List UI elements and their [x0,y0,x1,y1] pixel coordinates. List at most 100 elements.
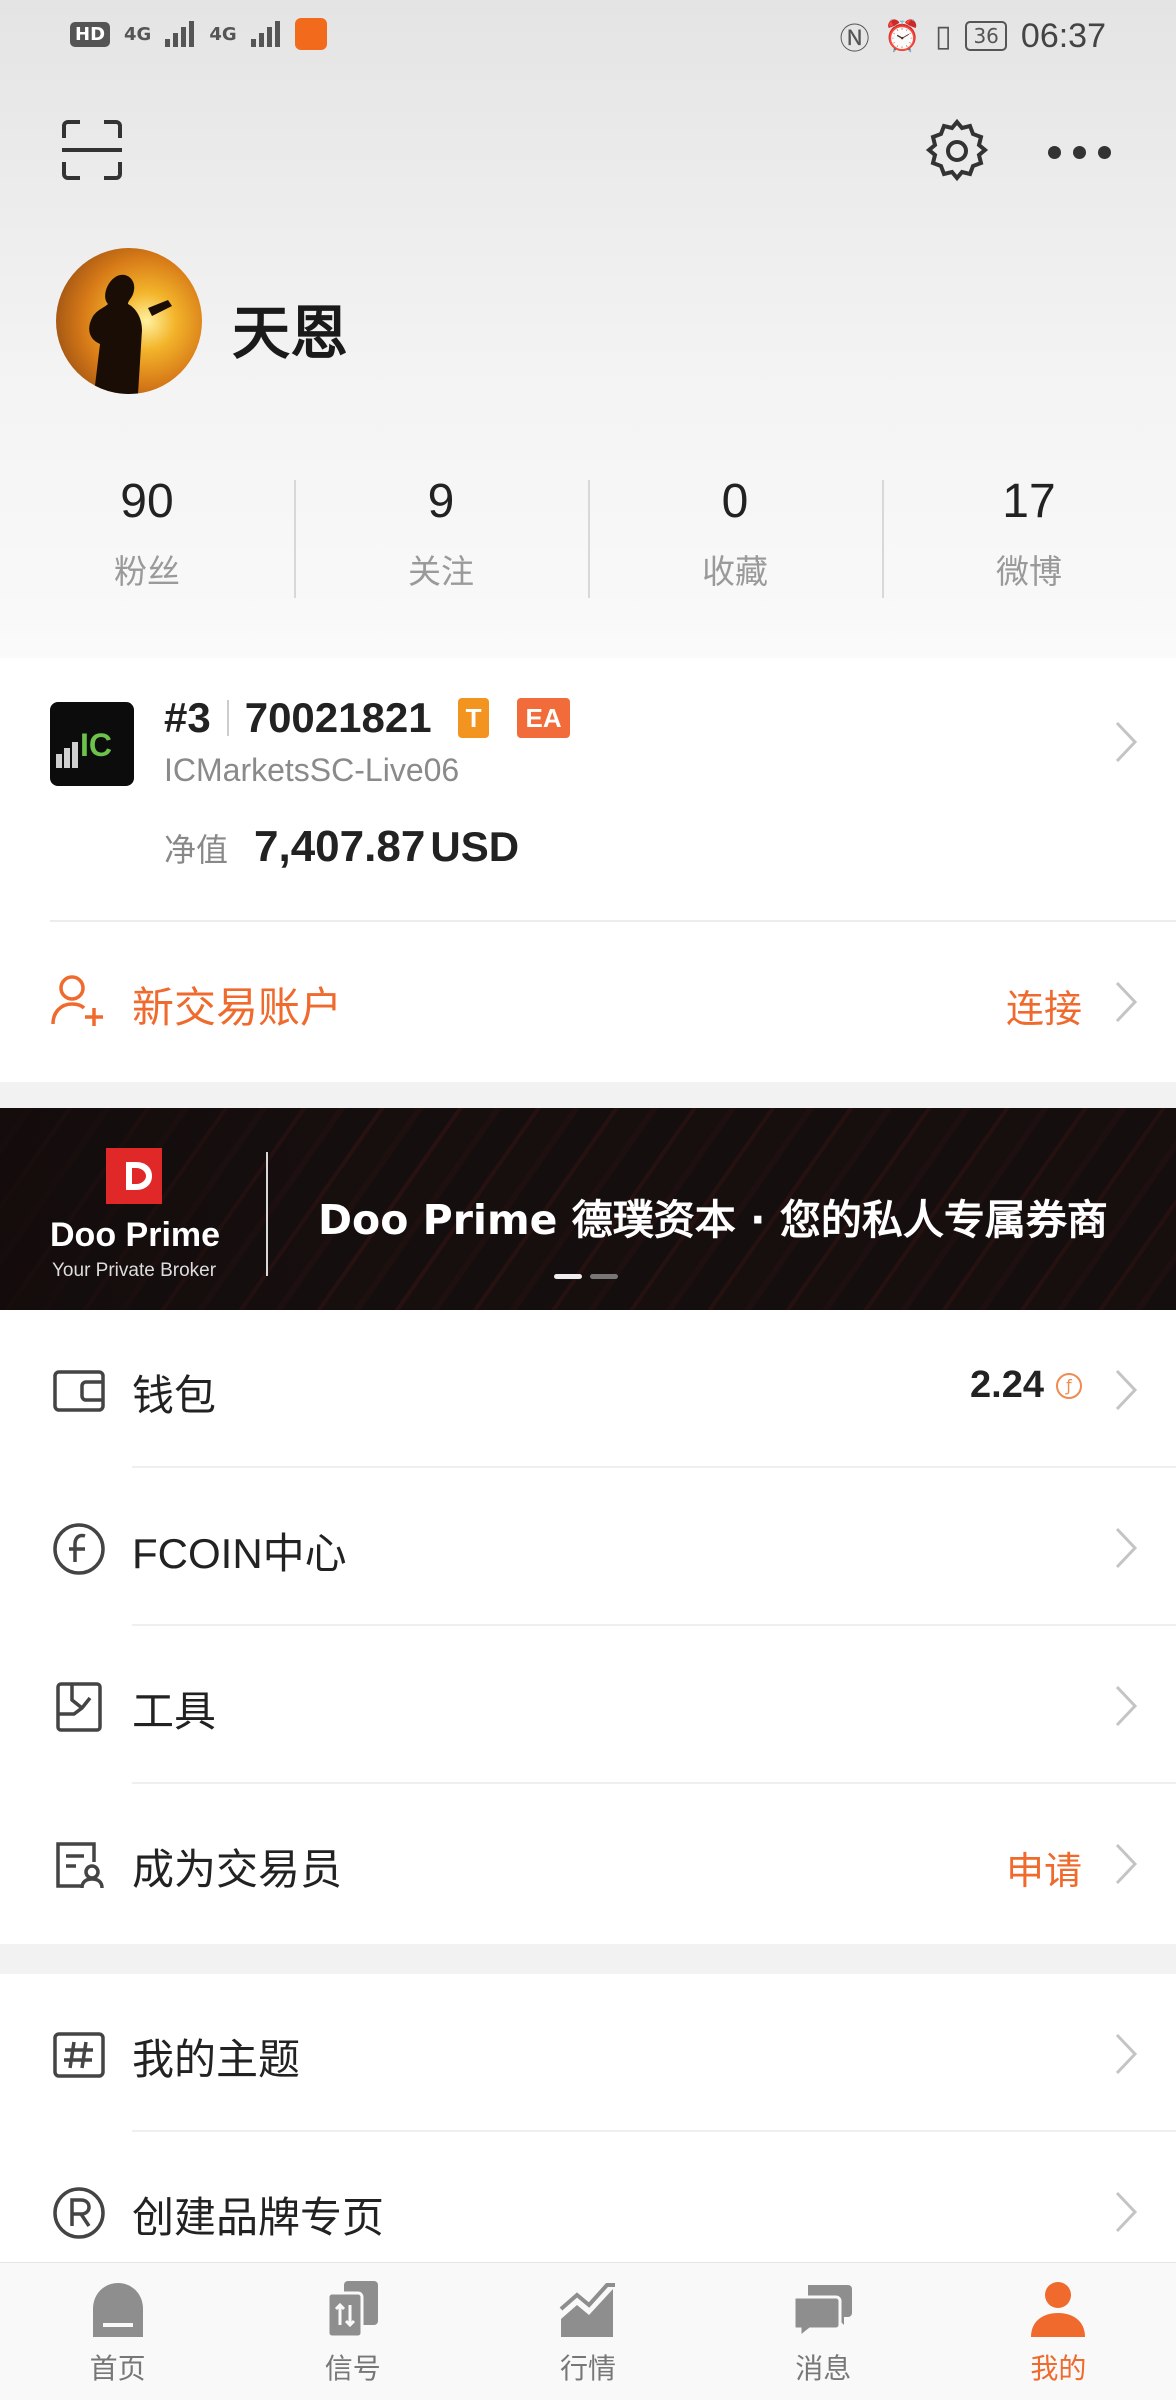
settings-gear-icon[interactable] [924,118,990,184]
tab-label: 信号 [324,2352,381,2385]
profile-header: HD 4G 4G Ⓝ ⏰ ▯ 36 06:37 天恩 90 粉丝 9 关注 0 … [0,0,1176,658]
stat-label: 粉丝 [114,552,180,591]
status-bar: HD 4G 4G Ⓝ ⏰ ▯ 36 06:37 [0,0,1176,70]
wallet-icon [53,1370,105,1412]
account-server: ICMarketsSC-Live06 [164,752,460,788]
stat-label: 收藏 [702,552,768,591]
tab-label: 行情 [560,2352,617,2385]
menu-group-1: 钱包 2.24 ƒ FCOIN中心 工具 成为交易员 申请 [0,1310,1176,1944]
menu-item-tools[interactable]: 工具 [0,1626,1176,1784]
stat-followers[interactable]: 90 粉丝 [0,470,294,600]
menu-group-2: 我的主题 创建品牌专页 [0,1974,1176,2264]
username: 天恩 [232,299,349,367]
tab-market[interactable]: 行情 [470,2263,705,2400]
banner-subtitle: Your Private Broker [52,1260,217,1281]
tab-signals[interactable]: 信号 [235,2263,470,2400]
message-icon [792,2285,853,2341]
tools-icon [56,1682,102,1732]
promo-banner[interactable]: Doo Prime Your Private Broker Doo Prime … [0,1108,1176,1310]
broker-logo: IC [50,702,134,786]
equity-value: 7,407.87 [254,822,426,871]
tab-label: 我的 [1030,2352,1087,2385]
chevron-right-icon [1115,2033,1138,2075]
stat-following[interactable]: 9 关注 [294,470,588,600]
signal-icon [326,2281,378,2339]
chevron-right-icon [1115,1369,1138,1411]
stat-label: 微博 [996,552,1062,591]
signal-4g-2: 4G [209,23,237,45]
banner-text: Doo Prime 德璞资本 · 您的私人专属券商 [318,1196,1108,1244]
new-account-label: 新交易账户 [132,983,343,1032]
menu-label: 创建品牌专页 [132,2194,385,2241]
home-icon [92,2283,143,2337]
svg-text:IC: IC [80,727,112,763]
trading-account-card: IC #3 70021821 T EA ICMarketsSC-Live06 净… [0,658,1176,1082]
clock: 06:37 [1020,16,1106,55]
tab-profile[interactable]: 我的 [941,2263,1176,2400]
menu-label: 工具 [132,1688,217,1735]
tab-messages[interactable]: 消息 [706,2263,941,2400]
profile-stats: 90 粉丝 9 关注 0 收藏 17 微博 [0,470,1176,600]
app-notification-icon [294,18,327,50]
doo-prime-logo-icon [106,1148,162,1204]
carousel-dot [590,1274,618,1279]
connect-link[interactable]: 连接 [1006,978,1082,1033]
wallet-balance: 2.24 ƒ [970,1364,1082,1407]
chevron-right-icon [1115,1843,1138,1885]
carousel-dot [554,1274,582,1279]
tab-label: 首页 [89,2352,146,2385]
stat-value: 9 [427,475,455,528]
account-number: 70021821 [244,694,432,741]
tab-home[interactable]: 首页 [0,2263,235,2400]
banner-brand: Doo Prime [50,1216,221,1254]
stat-value: 0 [721,475,749,528]
more-options-icon[interactable] [1048,140,1122,164]
account-title-row[interactable]: #3 70021821 T EA [164,694,570,742]
chevron-right-icon [1115,2191,1138,2233]
battery-indicator: 36 [965,21,1007,51]
fcoin-center-icon [53,1523,105,1575]
signal-4g-1: 4G [124,23,152,45]
avatar[interactable] [56,248,202,394]
stat-value: 17 [1002,475,1056,528]
registered-icon [53,2187,105,2239]
stat-posts[interactable]: 17 微博 [882,470,1176,600]
stat-value: 90 [120,475,174,528]
alarm-icon: ⏰ [883,18,921,54]
equity-currency: USD [430,823,520,870]
menu-item-my-topics[interactable]: 我的主题 [0,1974,1176,2132]
chevron-right-icon [1115,1527,1138,1569]
new-trading-account-row[interactable]: 新交易账户 连接 [0,922,1176,1082]
profile-icon [1031,2282,1086,2337]
chevron-right-icon [1115,1685,1138,1727]
market-icon [559,2283,615,2337]
carousel-indicator [554,1274,618,1279]
wallet-amount: 2.24 [970,1364,1044,1406]
tag-ea-badge: EA [517,698,570,738]
tab-label: 消息 [795,2352,852,2385]
stat-label: 关注 [408,552,474,591]
apply-link[interactable]: 申请 [1006,1840,1082,1895]
scan-icon[interactable] [60,118,124,182]
divider [226,700,229,736]
hashtag-icon [53,2032,105,2078]
menu-label: 钱包 [132,1372,217,1419]
stat-favorites[interactable]: 0 收藏 [588,470,882,600]
signal-bars-icon [165,21,195,47]
equity-label: 净值 [164,831,229,869]
trader-icon [56,1842,104,1889]
divider [266,1152,268,1276]
menu-item-fcoin-center[interactable]: FCOIN中心 [0,1468,1176,1626]
chevron-right-icon[interactable] [1114,720,1138,764]
vibrate-icon: ▯ [934,18,952,54]
hd-indicator: HD [70,21,111,47]
menu-item-wallet[interactable]: 钱包 2.24 ƒ [0,1310,1176,1468]
menu-item-become-trader[interactable]: 成为交易员 申请 [0,1784,1176,1942]
menu-label: 成为交易员 [132,1846,343,1893]
add-user-icon [51,975,103,1026]
nfc-icon: Ⓝ [839,22,870,57]
fcoin-icon: ƒ [1056,1372,1082,1399]
menu-label: FCOIN中心 [132,1530,347,1577]
tag-t-badge: T [457,698,490,738]
bottom-tab-bar: 首页 信号 行情 消息 我的 [0,2262,1176,2400]
